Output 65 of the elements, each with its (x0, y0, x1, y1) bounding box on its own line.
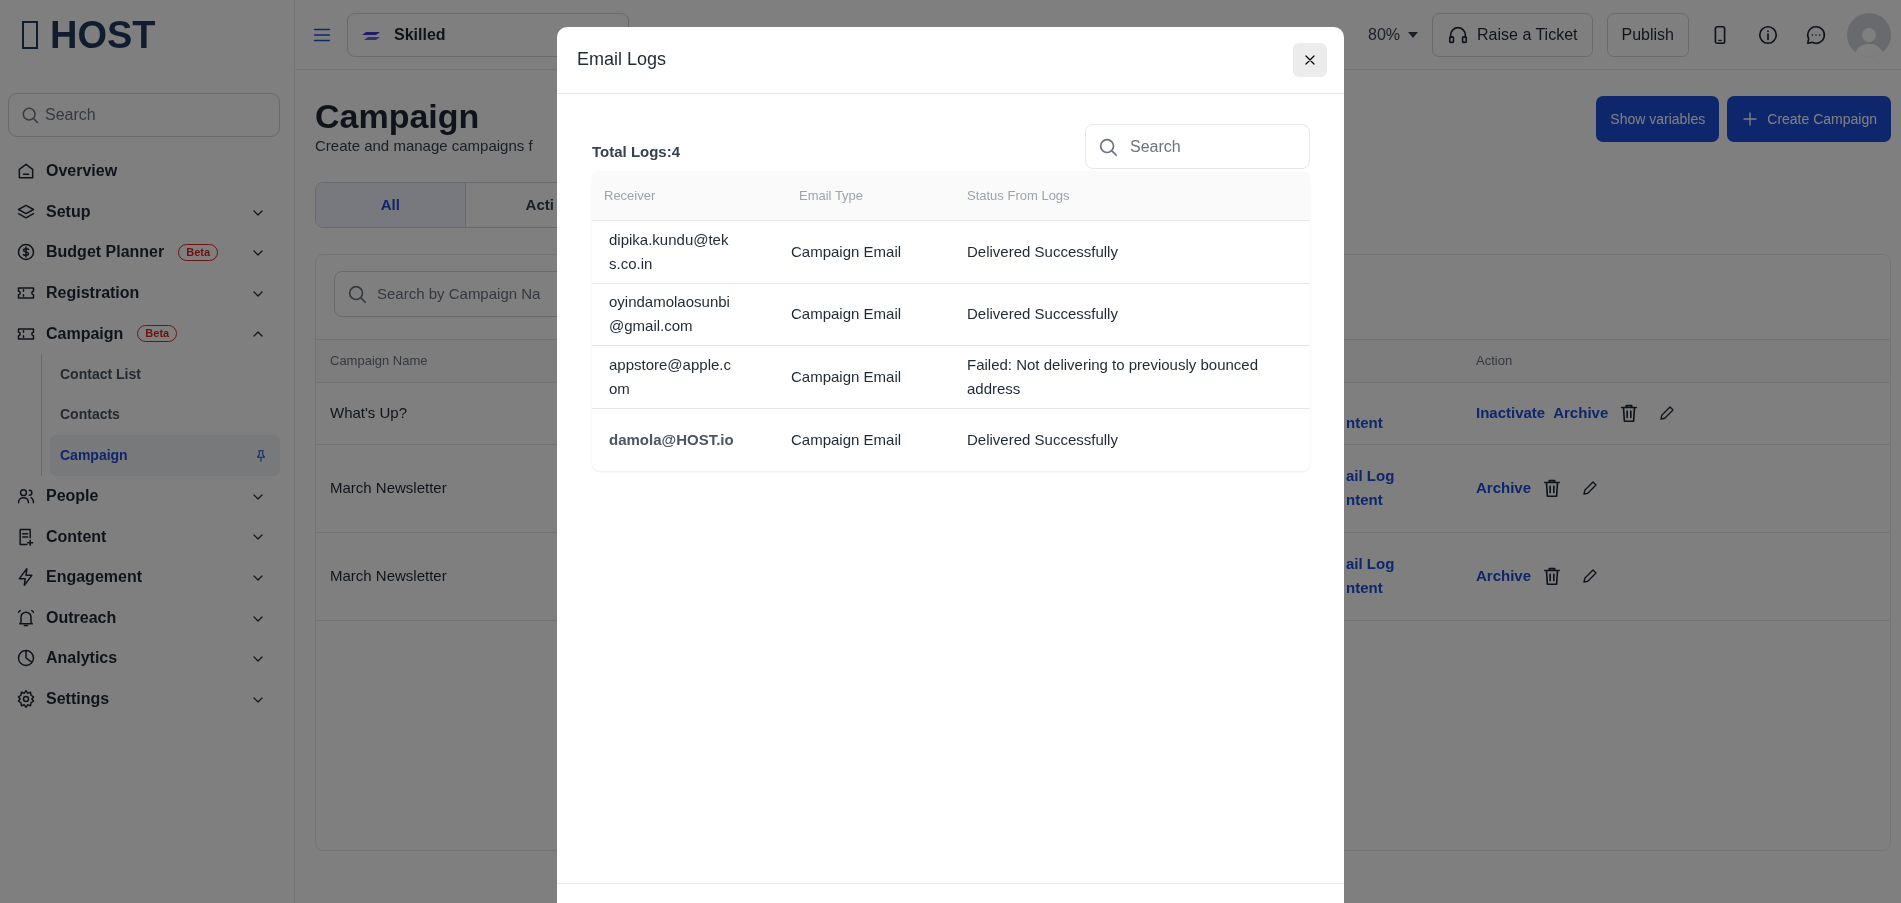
page-title: Campaign (315, 98, 481, 136)
action-link[interactable]: Archive (1476, 477, 1532, 500)
sidebar-item[interactable]: Campaign Beta (8, 313, 280, 354)
dollar-icon (16, 242, 36, 263)
chat-icon (1805, 23, 1827, 46)
caret-icon (1408, 31, 1419, 38)
tab[interactable]: All (316, 182, 465, 227)
table-cell-text: Campaign Email (790, 366, 903, 387)
sidebar-item[interactable]: Settings (8, 678, 280, 720)
show-variables-button[interactable]: Show variables (1596, 96, 1720, 142)
sidebar-item[interactable]: People (8, 475, 280, 517)
action-link[interactable]: Archive (1476, 565, 1532, 588)
action-link[interactable]: Inactivate (1476, 402, 1546, 425)
raise-ticket-button[interactable]: Raise a Ticket (1432, 12, 1593, 57)
logo-icon (22, 21, 38, 49)
table-link[interactable]: ail Log (1346, 552, 1476, 576)
page-subtitle: Create and manage campaigns f (315, 136, 533, 157)
bell-icon (16, 607, 36, 628)
sidebar-subitem[interactable]: Contacts (50, 394, 280, 436)
table-cell-text: Delivered Successfully (967, 241, 1119, 262)
document-icon (16, 526, 36, 547)
info-icon (1757, 23, 1779, 46)
column-header: Action (1476, 352, 1513, 371)
sidebar-item[interactable]: Registration (8, 272, 280, 314)
sidebar-item[interactable]: Setup (8, 191, 280, 233)
column-header: Campaign Name (330, 352, 428, 371)
publish-button[interactable]: Publish (1606, 12, 1689, 57)
pin-icon (254, 449, 268, 464)
zoom-dropdown[interactable]: 80% (1368, 22, 1419, 47)
pie-chart-icon (16, 648, 36, 669)
campaign-name: March Newsletter (330, 478, 447, 499)
create-campaign-button[interactable]: Create Campaign (1727, 96, 1891, 142)
table-cell-text: Delivered Successfully (967, 429, 1119, 450)
table-cell-text: Failed: Not delivering to previously bounced address (967, 354, 1259, 399)
sidebar-item[interactable]: Overview (8, 151, 280, 192)
table-link[interactable]: ntent (1346, 577, 1476, 600)
sidebar-item[interactable]: Engagement (8, 556, 280, 598)
lightning-icon (16, 567, 36, 588)
campaign-name: March Newsletter (330, 566, 447, 587)
table-link[interactable]: ntent (1346, 412, 1476, 435)
table-cell-text: Campaign Email (790, 241, 903, 262)
action-link[interactable]: Archive (1553, 402, 1609, 425)
sidebar-item[interactable]: Outreach (8, 597, 280, 639)
total-logs: Total Logs:4 (592, 142, 681, 163)
table-cell-text: Delivered Successfully (967, 304, 1119, 325)
table-cell-text: Campaign Email (790, 429, 903, 450)
campaign-name: What's Up? (330, 403, 408, 424)
column-header: Status From Logs (967, 186, 1071, 205)
sidebar-item[interactable]: Analytics (8, 638, 280, 679)
gear-icon (16, 689, 36, 709)
sidebar-subitem[interactable]: Contact List (50, 353, 280, 395)
table-cell-text: Campaign Email (790, 304, 903, 324)
table-cell-text: damola@HOST.io (608, 429, 735, 450)
sidebar-subitem[interactable]: Campaign (50, 435, 280, 476)
plus-icon (1741, 110, 1760, 128)
table-link[interactable]: ail Log (1346, 464, 1476, 488)
search-field[interactable]: Search (1085, 124, 1310, 169)
logo: HOST (50, 16, 156, 54)
search-field[interactable]: Search (8, 93, 280, 137)
column-header: Email Type (798, 186, 865, 205)
sidebar-item[interactable]: Content (8, 516, 280, 557)
close-button[interactable] (1293, 43, 1327, 77)
table-link[interactable]: ntent (1346, 489, 1476, 512)
table-cell-text: appstore@apple.com (608, 354, 732, 399)
sidebar-item[interactable]: Budget Planner Beta (8, 232, 280, 273)
